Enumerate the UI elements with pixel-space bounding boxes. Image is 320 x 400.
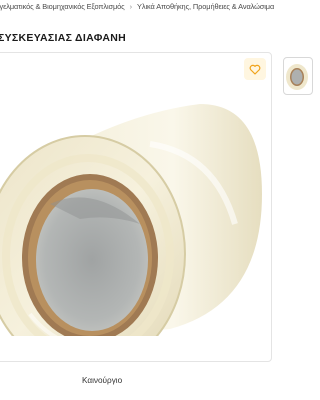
breadcrumb-item-industrial-equipment[interactable]: Επαγγελματικός & Βιομηχανικός Εξοπλισμός (0, 2, 125, 11)
product-image[interactable] (0, 74, 272, 336)
heart-icon (249, 64, 261, 75)
breadcrumb-separator: › (129, 2, 133, 11)
product-title-container: ΣΥΣΚΕΥΑΣΙΑΣ ΔΙΑΦΑΝΗ (0, 32, 300, 44)
product-thumbnail[interactable] (283, 57, 313, 95)
thumbnail-tape-image (286, 64, 308, 90)
breadcrumb-item-warehouse-supplies[interactable]: Υλικά Αποθήκης, Προμήθειες & Αναλώσιμα (137, 2, 274, 11)
product-title: ΣΥΣΚΕΥΑΣΙΑΣ ΔΙΑΦΑΝΗ (0, 32, 127, 44)
wishlist-button[interactable] (244, 58, 266, 80)
breadcrumb: Επαγγελματικός & Βιομηχανικός Εξοπλισμός… (0, 2, 300, 16)
product-condition: Καινούργιο (82, 376, 123, 385)
